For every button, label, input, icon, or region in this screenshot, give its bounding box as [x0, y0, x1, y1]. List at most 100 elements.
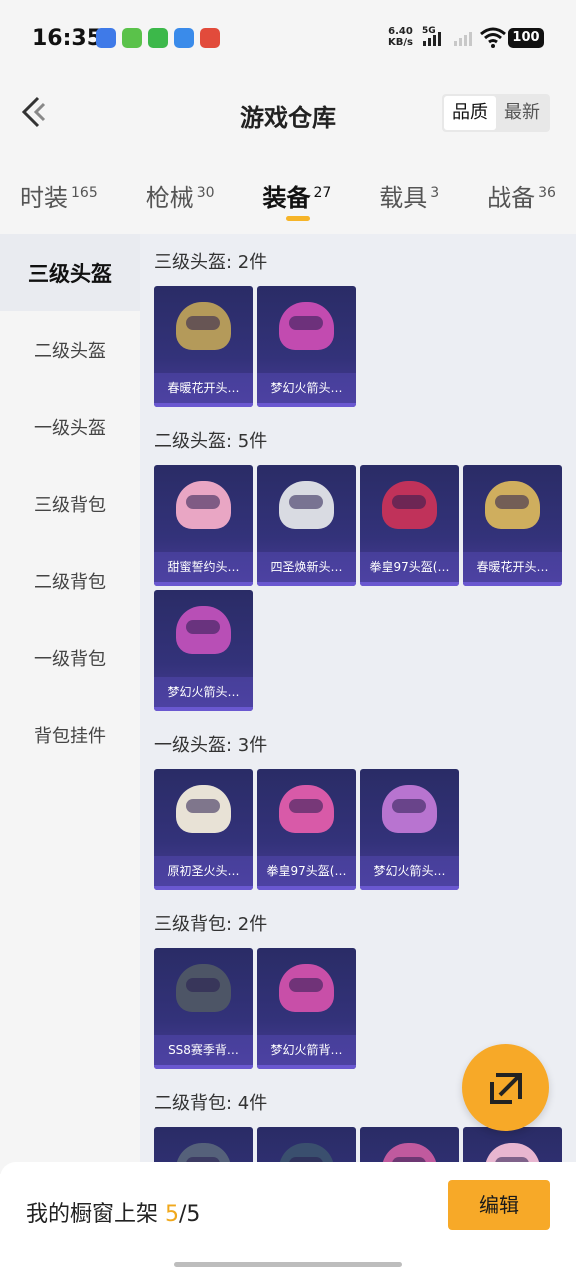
share-button[interactable] [462, 1044, 549, 1131]
sort-toggle[interactable]: 品质 最新 [442, 94, 550, 132]
notification-icons [96, 28, 220, 48]
item-name: 原初圣火头… [154, 856, 253, 886]
item-rarity-bar [257, 403, 356, 407]
item-card[interactable] [257, 1127, 356, 1162]
backpack-icon [279, 1143, 334, 1162]
helmet-icon [176, 302, 231, 350]
item-rarity-bar [257, 886, 356, 890]
item-card[interactable]: 梦幻火箭头… [154, 590, 253, 711]
item-rarity-bar [154, 1065, 253, 1069]
item-rarity-bar [360, 582, 459, 586]
shelf-current-count: 5 [165, 1202, 180, 1227]
sidebar-item-backpack-lv3[interactable]: 三级背包 [0, 465, 140, 542]
item-card[interactable]: 拳皇97头盔(… [360, 465, 459, 586]
item-card[interactable]: 四圣焕新头… [257, 465, 356, 586]
section-title: 二级头盔: 5件 [154, 431, 268, 452]
sort-newest-button[interactable]: 最新 [496, 96, 548, 130]
edit-button[interactable]: 编辑 [448, 1180, 550, 1230]
tab-supplies[interactable]: 战备 36 [487, 162, 556, 234]
home-indicator[interactable] [174, 1262, 402, 1267]
item-card[interactable]: 拳皇97头盔(… [257, 769, 356, 890]
item-rarity-bar [257, 1065, 356, 1069]
item-name: SS8赛季背… [154, 1035, 253, 1065]
status-time: 16:35 [32, 26, 103, 51]
item-rarity-bar [360, 886, 459, 890]
item-card[interactable]: SS8赛季背… [154, 948, 253, 1069]
item-name: 梦幻火箭头… [360, 856, 459, 886]
item-card[interactable] [360, 1127, 459, 1162]
sidebar-item-helmet-lv2[interactable]: 二级头盔 [0, 311, 140, 388]
net-speed: 6.40 KB/s [388, 26, 413, 48]
subcategory-sidebar: 三级头盔 二级头盔 一级头盔 三级背包 二级背包 一级背包 背包挂件 [0, 234, 140, 1174]
helmet-icon [279, 302, 334, 350]
item-card[interactable]: 梦幻火箭头… [257, 286, 356, 407]
helmet-icon [176, 785, 231, 833]
share-icon [490, 1073, 522, 1104]
item-card[interactable]: 春暖花开头… [463, 465, 562, 586]
sidebar-item-backpack-lv1[interactable]: 一级背包 [0, 619, 140, 696]
item-card[interactable]: 梦幻火箭头… [360, 769, 459, 890]
app-header: 游戏仓库 品质 最新 [0, 72, 576, 162]
app-check-icon [122, 28, 142, 48]
backpack-icon [382, 1143, 437, 1162]
item-card[interactable] [154, 1127, 253, 1162]
shelf-total-count: /5 [179, 1202, 201, 1227]
tab-guns[interactable]: 枪械 30 [146, 162, 215, 234]
item-name: 春暖花开头… [154, 373, 253, 403]
battery-icon: 100 [508, 28, 544, 48]
item-name: 梦幻火箭背… [257, 1035, 356, 1065]
sidebar-item-backpack-charm[interactable]: 背包挂件 [0, 696, 140, 773]
helmet-icon [382, 785, 437, 833]
bottom-bar: 我的橱窗上架 5/5 编辑 [0, 1162, 576, 1280]
section-title: 三级背包: 2件 [154, 914, 268, 935]
item-rarity-bar [154, 403, 253, 407]
helmet-icon [279, 785, 334, 833]
tab-fashion[interactable]: 时装 165 [20, 162, 98, 234]
sidebar-item-backpack-lv2[interactable]: 二级背包 [0, 542, 140, 619]
item-grid: 三级头盔: 2件 春暖花开头… 梦幻火箭头… 二级头盔: 5件 甜蜜誓约头… 四圣焕新头…… [140, 234, 576, 1162]
item-name: 梦幻火箭头… [257, 373, 356, 403]
item-name: 拳皇97头盔(… [360, 552, 459, 582]
tab-vehicles[interactable]: 载具 3 [379, 162, 439, 234]
item-rarity-bar [257, 582, 356, 586]
backpack-icon [176, 1143, 231, 1162]
tab-active-indicator [286, 216, 311, 221]
category-tabs: 时装 165 枪械 30 装备 27 载具 3 战备 36 [0, 162, 576, 234]
helmet-icon [485, 481, 540, 529]
helmet-icon [382, 481, 437, 529]
section-title: 三级头盔: 2件 [154, 252, 268, 273]
sidebar-item-helmet-lv1[interactable]: 一级头盔 [0, 388, 140, 465]
status-bar: 16:35 6.40 KB/s 5G 100 [0, 0, 576, 72]
helmet-icon [279, 481, 334, 529]
wifi-icon [480, 27, 506, 48]
app-k-icon [96, 28, 116, 48]
item-name: 甜蜜誓约头… [154, 552, 253, 582]
item-card[interactable]: 春暖花开头… [154, 286, 253, 407]
item-name: 拳皇97头盔(… [257, 856, 356, 886]
item-card[interactable]: 原初圣火头… [154, 769, 253, 890]
item-name: 春暖花开头… [463, 552, 562, 582]
app-blue-icon [174, 28, 194, 48]
item-card[interactable]: 甜蜜誓约头… [154, 465, 253, 586]
item-name: 四圣焕新头… [257, 552, 356, 582]
helmet-icon [176, 606, 231, 654]
tab-equipment[interactable]: 装备 27 [262, 162, 331, 234]
section-title: 二级背包: 4件 [154, 1093, 268, 1114]
item-rarity-bar [154, 707, 253, 711]
item-name: 梦幻火箭头… [154, 677, 253, 707]
sidebar-item-helmet-lv3[interactable]: 三级头盔 [0, 234, 140, 311]
section-title: 一级头盔: 3件 [154, 735, 268, 756]
item-rarity-bar [154, 886, 253, 890]
backpack-icon [485, 1143, 540, 1162]
signal-secondary-icon [454, 32, 472, 46]
item-card[interactable]: 梦幻火箭背… [257, 948, 356, 1069]
wechat-icon [148, 28, 168, 48]
shelf-status: 我的橱窗上架 5/5 [26, 1202, 201, 1227]
sort-quality-button[interactable]: 品质 [444, 96, 496, 130]
item-rarity-bar [463, 582, 562, 586]
helmet-icon [176, 481, 231, 529]
item-rarity-bar [154, 582, 253, 586]
backpack-icon [279, 964, 334, 1012]
item-card[interactable] [463, 1127, 562, 1162]
signal-icon [423, 32, 441, 46]
